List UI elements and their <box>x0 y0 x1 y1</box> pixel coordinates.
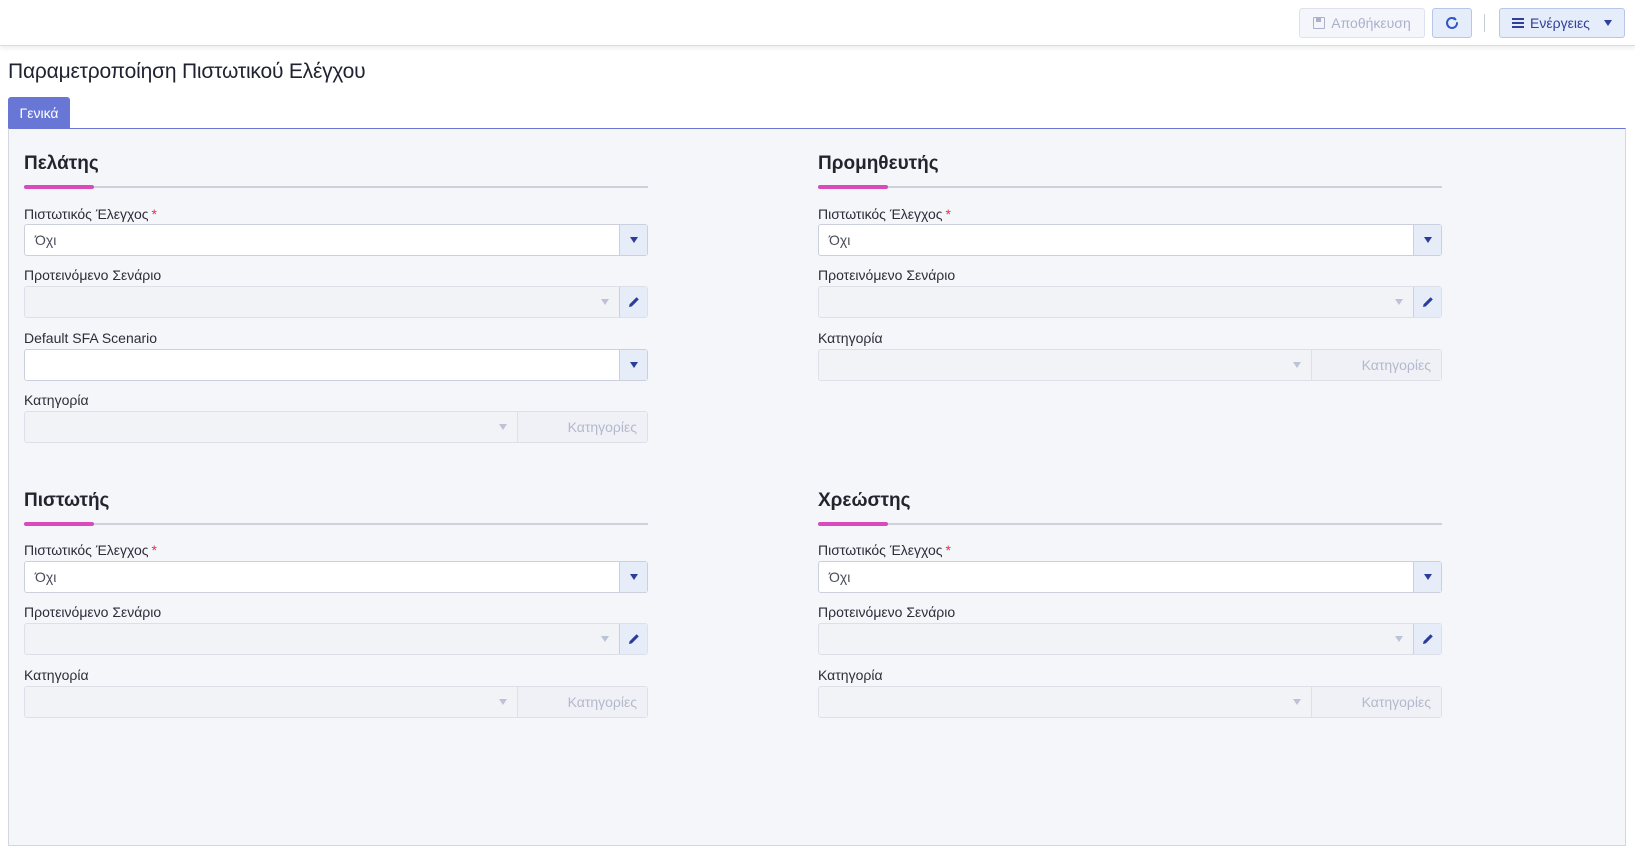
required-marker: * <box>945 206 951 222</box>
section-divider <box>818 523 1442 525</box>
required-marker: * <box>151 542 157 558</box>
chevron-down-icon[interactable] <box>1385 287 1413 317</box>
required-marker: * <box>151 206 157 222</box>
section-underline-accent <box>818 522 888 526</box>
section-debtor: Χρεώστης Πιστωτικός Έλεγχος * Όχι Προτειν… <box>818 490 1442 730</box>
refresh-button[interactable] <box>1432 8 1472 38</box>
categories-button[interactable]: Κατηγορίες <box>517 687 647 717</box>
section-title: Χρεώστης <box>818 490 911 511</box>
chevron-down-icon[interactable] <box>619 350 647 380</box>
select-value: Όχι <box>829 569 851 585</box>
chevron-down-icon[interactable] <box>1413 225 1441 255</box>
save-button-label: Αποθήκευση <box>1331 15 1411 31</box>
section-title: Πελάτης <box>24 153 99 174</box>
edit-scenario-button[interactable] <box>619 624 647 654</box>
section-underline-accent <box>818 185 888 189</box>
pencil-icon <box>628 634 639 644</box>
chevron-down-icon[interactable] <box>1413 562 1441 592</box>
suggested-scenario-label: Προτεινόμενο Σενάριο <box>24 604 162 620</box>
section-title: Πιστωτής <box>24 490 110 511</box>
chevron-down-icon[interactable] <box>619 562 647 592</box>
customer-scenario-select[interactable] <box>24 286 648 318</box>
chevron-down-icon[interactable] <box>591 624 619 654</box>
supplier-scenario-select[interactable] <box>818 286 1442 318</box>
customer-credit-check-select[interactable]: Όχι <box>24 224 648 256</box>
default-sfa-label: Default SFA Scenario <box>24 330 158 346</box>
floppy-disk-icon <box>1313 17 1326 29</box>
creditor-category-select[interactable]: Κατηγορίες <box>24 686 648 718</box>
chevron-down-icon[interactable] <box>1385 624 1413 654</box>
suggested-scenario-label: Προτεινόμενο Σενάριο <box>818 267 956 283</box>
categories-button[interactable]: Κατηγορίες <box>1311 350 1441 380</box>
chevron-down-icon[interactable] <box>489 687 517 717</box>
page-title: Παραμετροποίηση Πιστωτικού Ελέγχου <box>8 60 366 83</box>
chevron-down-icon[interactable] <box>1283 687 1311 717</box>
creditor-scenario-select[interactable] <box>24 623 648 655</box>
section-customer: Πελάτης Πιστωτικός Έλεγχος * Όχι Προτεινό… <box>24 153 648 453</box>
suggested-scenario-label: Προτεινόμενο Σενάριο <box>24 267 162 283</box>
category-label: Κατηγορία <box>24 392 89 408</box>
actions-menu-button[interactable]: Ενέργειες <box>1499 8 1625 38</box>
customer-category-select[interactable]: Κατηγορίες <box>24 411 648 443</box>
chevron-down-icon[interactable] <box>489 412 517 442</box>
debtor-scenario-select[interactable] <box>818 623 1442 655</box>
pencil-icon <box>1422 297 1433 307</box>
section-title: Προμηθευτής <box>818 153 939 174</box>
credit-check-label: Πιστωτικός Έλεγχος * <box>818 206 951 222</box>
credit-check-label: Πιστωτικός Έλεγχος * <box>818 542 951 558</box>
section-creditor: Πιστωτής Πιστωτικός Έλεγχος * Όχι Προτειν… <box>24 490 648 730</box>
suggested-scenario-label: Προτεινόμενο Σενάριο <box>818 604 956 620</box>
pencil-icon <box>1422 634 1433 644</box>
default-sfa-select[interactable] <box>24 349 648 381</box>
section-divider <box>24 186 648 188</box>
debtor-category-select[interactable]: Κατηγορίες <box>818 686 1442 718</box>
categories-button[interactable]: Κατηγορίες <box>1311 687 1441 717</box>
credit-check-label: Πιστωτικός Έλεγχος * <box>24 542 157 558</box>
credit-check-label: Πιστωτικός Έλεγχος * <box>24 206 157 222</box>
category-label: Κατηγορία <box>818 330 883 346</box>
edit-scenario-button[interactable] <box>1413 624 1441 654</box>
category-label: Κατηγορία <box>818 667 883 683</box>
chevron-down-icon[interactable] <box>1283 350 1311 380</box>
tab-general[interactable]: Γενικά <box>8 97 70 128</box>
supplier-credit-check-select[interactable]: Όχι <box>818 224 1442 256</box>
supplier-category-select[interactable]: Κατηγορίες <box>818 349 1442 381</box>
top-toolbar: Αποθήκευση Ενέργειες <box>0 0 1635 46</box>
actions-button-label: Ενέργειες <box>1530 15 1590 31</box>
select-value: Όχι <box>829 232 851 248</box>
creditor-credit-check-select[interactable]: Όχι <box>24 561 648 593</box>
select-value: Όχι <box>35 232 57 248</box>
required-marker: * <box>945 542 951 558</box>
save-button[interactable]: Αποθήκευση <box>1299 8 1425 38</box>
pencil-icon <box>628 297 639 307</box>
section-underline-accent <box>24 185 94 189</box>
edit-scenario-button[interactable] <box>1413 287 1441 317</box>
debtor-credit-check-select[interactable]: Όχι <box>818 561 1442 593</box>
section-supplier: Προμηθευτής Πιστωτικός Έλεγχος * Όχι Προτ… <box>818 153 1442 393</box>
chevron-down-icon[interactable] <box>619 225 647 255</box>
hamburger-menu-icon <box>1512 18 1525 28</box>
edit-scenario-button[interactable] <box>619 287 647 317</box>
category-label: Κατηγορία <box>24 667 89 683</box>
section-divider <box>24 523 648 525</box>
chevron-down-icon[interactable] <box>591 287 619 317</box>
select-value: Όχι <box>35 569 57 585</box>
section-underline-accent <box>24 522 94 526</box>
categories-button[interactable]: Κατηγορίες <box>517 412 647 442</box>
tab-panel: Πελάτης Πιστωτικός Έλεγχος * Όχι Προτεινό… <box>8 128 1626 846</box>
chevron-down-icon <box>1603 20 1612 26</box>
refresh-icon <box>1446 16 1458 29</box>
toolbar-divider <box>1484 14 1485 32</box>
section-divider <box>818 186 1442 188</box>
